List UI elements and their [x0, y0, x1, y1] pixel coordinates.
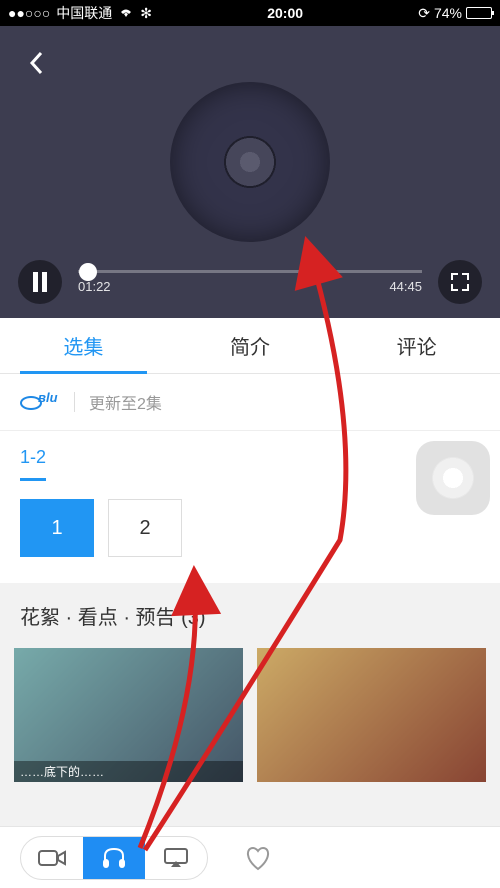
extras-thumb-1[interactable]: ……底下的……: [14, 648, 243, 782]
tab-episodes[interactable]: 选集: [0, 318, 167, 373]
album-disc-icon: [170, 82, 330, 242]
content-tabs: 选集 简介 评论: [0, 318, 500, 374]
wifi-icon: [118, 5, 134, 21]
pause-button[interactable]: [18, 260, 62, 304]
carrier-label: 中国联通: [56, 3, 112, 23]
clock: 20:00: [152, 5, 418, 21]
episode-2-button[interactable]: 2: [108, 499, 182, 557]
tab-comments[interactable]: 评论: [333, 318, 500, 373]
svg-text:ʙlu: ʙlu: [38, 390, 58, 405]
progress-slider[interactable]: [78, 270, 422, 273]
episode-grid: 1 2: [0, 481, 500, 583]
extras-heading: 花絮 · 看点 · 预告 (3): [0, 583, 500, 648]
tab-summary[interactable]: 简介: [167, 318, 334, 373]
media-player: 01:22 44:45: [0, 26, 500, 318]
loading-icon: ✻: [140, 5, 152, 22]
elapsed-time: 01:22: [78, 279, 111, 294]
signal-dots-icon: ●●○○○: [8, 5, 50, 21]
like-button[interactable]: [236, 836, 280, 880]
range-1-2[interactable]: 1-2: [20, 447, 46, 481]
lock-rotation-icon: ⟳: [418, 5, 430, 22]
assistive-touch-icon[interactable]: [416, 441, 490, 515]
divider: [74, 392, 75, 412]
extras-thumb-2[interactable]: [257, 648, 486, 782]
bluray-icon: ʙlu: [20, 388, 60, 416]
video-mode-button[interactable]: [21, 836, 83, 880]
progress-thumb[interactable]: [79, 263, 97, 281]
update-status: 更新至2集: [89, 390, 162, 414]
bottom-toolbar: [0, 826, 500, 888]
back-button[interactable]: [16, 42, 58, 84]
thumb-1-caption: ……底下的……: [14, 761, 243, 782]
fullscreen-button[interactable]: [438, 260, 482, 304]
source-row: ʙlu 更新至2集: [0, 374, 500, 431]
airplay-button[interactable]: [145, 836, 207, 880]
total-time: 44:45: [389, 279, 422, 294]
episode-1-button[interactable]: 1: [20, 499, 94, 557]
status-bar: ●●○○○ 中国联通 ✻ 20:00 ⟳ 74%: [0, 0, 500, 26]
battery-icon: [466, 7, 492, 19]
extras-thumbnails: ……底下的……: [0, 648, 500, 782]
mode-switch: [20, 836, 208, 880]
battery-pct: 74%: [434, 5, 462, 21]
audio-mode-button[interactable]: [83, 836, 145, 880]
